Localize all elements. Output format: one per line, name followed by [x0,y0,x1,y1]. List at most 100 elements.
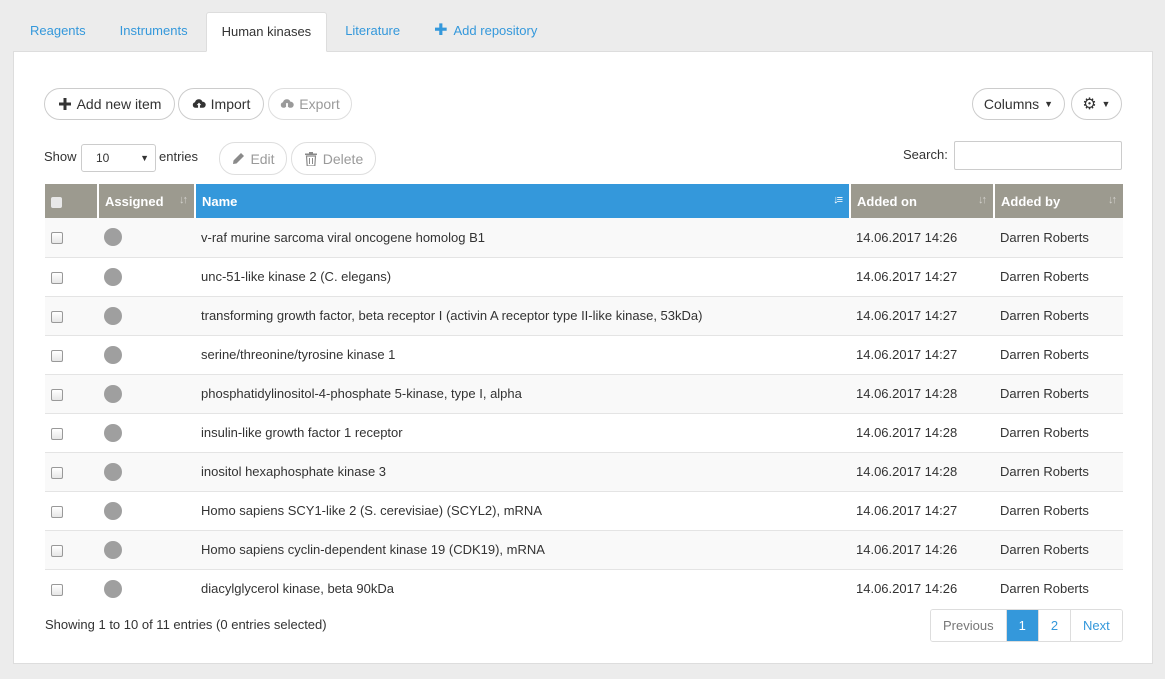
import-label: Import [210,96,251,112]
edit-button[interactable]: Edit [219,142,287,175]
caret-down-icon: ▼ [140,153,149,163]
name-cell: inositol hexaphosphate kinase 3 [195,452,850,492]
name-cell: phosphatidylinositol-4-phosphate 5-kinas… [195,374,850,414]
select-all-header[interactable] [45,184,99,218]
gear-icon: ⚙ [1082,96,1097,113]
tab-reagents[interactable]: Reagents [13,12,103,52]
added-by-cell: Darren Roberts [994,413,1123,453]
assigned-status-dot [104,384,122,403]
tab-human-kinases[interactable]: Human kinases [205,12,328,52]
table-row[interactable]: Homo sapiens SCY1-like 2 (S. cerevisiae)… [45,491,1123,531]
select-all-checkbox[interactable] [51,196,62,208]
added-on-cell: 14.06.2017 14:26 [856,581,958,597]
cloud-upload-icon [192,97,206,111]
added-by-cell: Darren Roberts [994,374,1123,414]
name-cell: Homo sapiens cyclin-dependent kinase 19 … [195,530,850,570]
column-header-added-by[interactable]: Added by ↓↑ [994,184,1123,218]
assigned-cell [98,413,195,453]
name-cell: transforming growth factor, beta recepto… [195,296,850,336]
sort-icon: ↓↑ [978,194,987,206]
row-select-cell [45,218,98,258]
sort-desc-icon: ↓≡ [833,194,843,206]
row-select-cell [45,452,98,492]
export-button[interactable]: Export [268,88,352,120]
edit-label: Edit [250,150,275,167]
table-row[interactable]: diacylglycerol kinase, beta 90kDa 14.06.2… [45,569,1123,608]
row-select-cell [45,569,98,608]
assigned-cell [98,530,195,570]
table-row[interactable]: transforming growth factor, beta recepto… [45,296,1123,336]
table-row[interactable]: v-raf murine sarcoma viral oncogene homo… [45,218,1123,258]
row-checkbox[interactable] [51,505,63,518]
add-new-item-label: Add new item [76,96,162,112]
added-by-cell: Darren Roberts [994,296,1123,336]
table-row[interactable]: serine/threonine/tyrosine kinase 1 14.06.… [45,335,1123,375]
entries-select-value: 10 [96,151,110,165]
entries-select[interactable]: 10 ▼ [81,144,156,172]
added-by-cell: Darren Roberts [994,452,1123,492]
row-select-cell [45,413,98,453]
row-select-cell [45,374,98,414]
table-info: Showing 1 to 10 of 11 entries (0 entries… [45,617,327,632]
pencil-icon [231,152,245,166]
row-checkbox[interactable] [51,271,63,284]
assigned-cell [98,569,195,608]
tab-add-repository[interactable]: ✚ Add repository [417,12,554,52]
assigned-status-dot [104,462,122,481]
delete-button[interactable]: Delete [291,142,376,175]
added-by-cell: Darren Roberts [994,491,1123,531]
added-by-cell: Darren Roberts [994,530,1123,570]
added-by-cell: Darren Roberts [994,218,1123,258]
added-on-cell: 14.06.2017 14:27 [850,296,994,336]
added-on-cell: 14.06.2017 14:26 [850,218,994,258]
added-on-cell: 14.06.2017 14:28 [850,452,994,492]
table-header-row: Assigned ↓↑ Name ↓≡ Added on ↓↑ Added by ↓↑ [45,184,1123,218]
assigned-status-dot [104,345,122,364]
search-input[interactable] [954,141,1122,170]
next-page-button[interactable]: Next [1071,610,1122,641]
column-header-label: Added on [857,193,917,209]
row-checkbox[interactable] [51,232,63,245]
tab-literature[interactable]: Literature [328,12,417,52]
table-row[interactable]: phosphatidylinositol-4-phosphate 5-kinas… [45,374,1123,414]
assigned-cell [98,452,195,492]
columns-button[interactable]: Columns ▼ [972,88,1065,120]
assigned-cell [98,374,195,414]
assigned-status-dot [104,267,122,286]
row-checkbox[interactable] [51,583,63,596]
import-button[interactable]: Import [178,88,264,120]
pagination: Previous 1 2 Next [930,609,1123,642]
table-row[interactable]: insulin-like growth factor 1 receptor 14.… [45,413,1123,453]
settings-button[interactable]: ⚙ ▼ [1071,88,1122,120]
page-2-button[interactable]: 2 [1038,610,1072,641]
sort-icon: ↓↑ [179,194,188,206]
table-row[interactable]: Homo sapiens cyclin-dependent kinase 19 … [45,530,1123,570]
columns-label: Columns [983,96,1040,112]
table-row[interactable]: unc-51-like kinase 2 (C. elegans) 14.06.2… [45,257,1123,297]
added-on-cell: 14.06.2017 14:26 [850,530,994,570]
delete-label: Delete [322,150,364,167]
add-new-item-button[interactable]: Add new item [44,88,175,120]
column-header-assigned[interactable]: Assigned ↓↑ [98,184,196,218]
column-header-name[interactable]: Name ↓≡ [195,184,851,218]
row-checkbox[interactable] [51,427,63,440]
previous-page-button[interactable]: Previous [931,610,1007,641]
row-select-cell [45,335,98,375]
assigned-status-dot [104,579,122,598]
cloud-download-icon [280,97,294,111]
row-checkbox[interactable] [51,388,63,401]
added-on-cell: 14.06.2017 14:27 [850,335,994,375]
add-repository-label: Add repository [453,23,538,38]
column-header-added-on[interactable]: Added on ↓↑ [850,184,995,218]
table-row[interactable]: inositol hexaphosphate kinase 3 14.06.201… [45,452,1123,492]
tab-instruments[interactable]: Instruments [103,12,205,52]
row-checkbox[interactable] [51,310,63,323]
page-1-button[interactable]: 1 [1006,610,1039,641]
plus-icon [58,97,72,111]
assigned-status-dot [104,501,122,520]
column-header-label: Assigned [105,193,164,209]
row-checkbox[interactable] [51,544,63,557]
row-checkbox[interactable] [51,349,63,362]
name-cell: serine/threonine/tyrosine kinase 1 [195,335,850,375]
row-checkbox[interactable] [51,466,63,479]
